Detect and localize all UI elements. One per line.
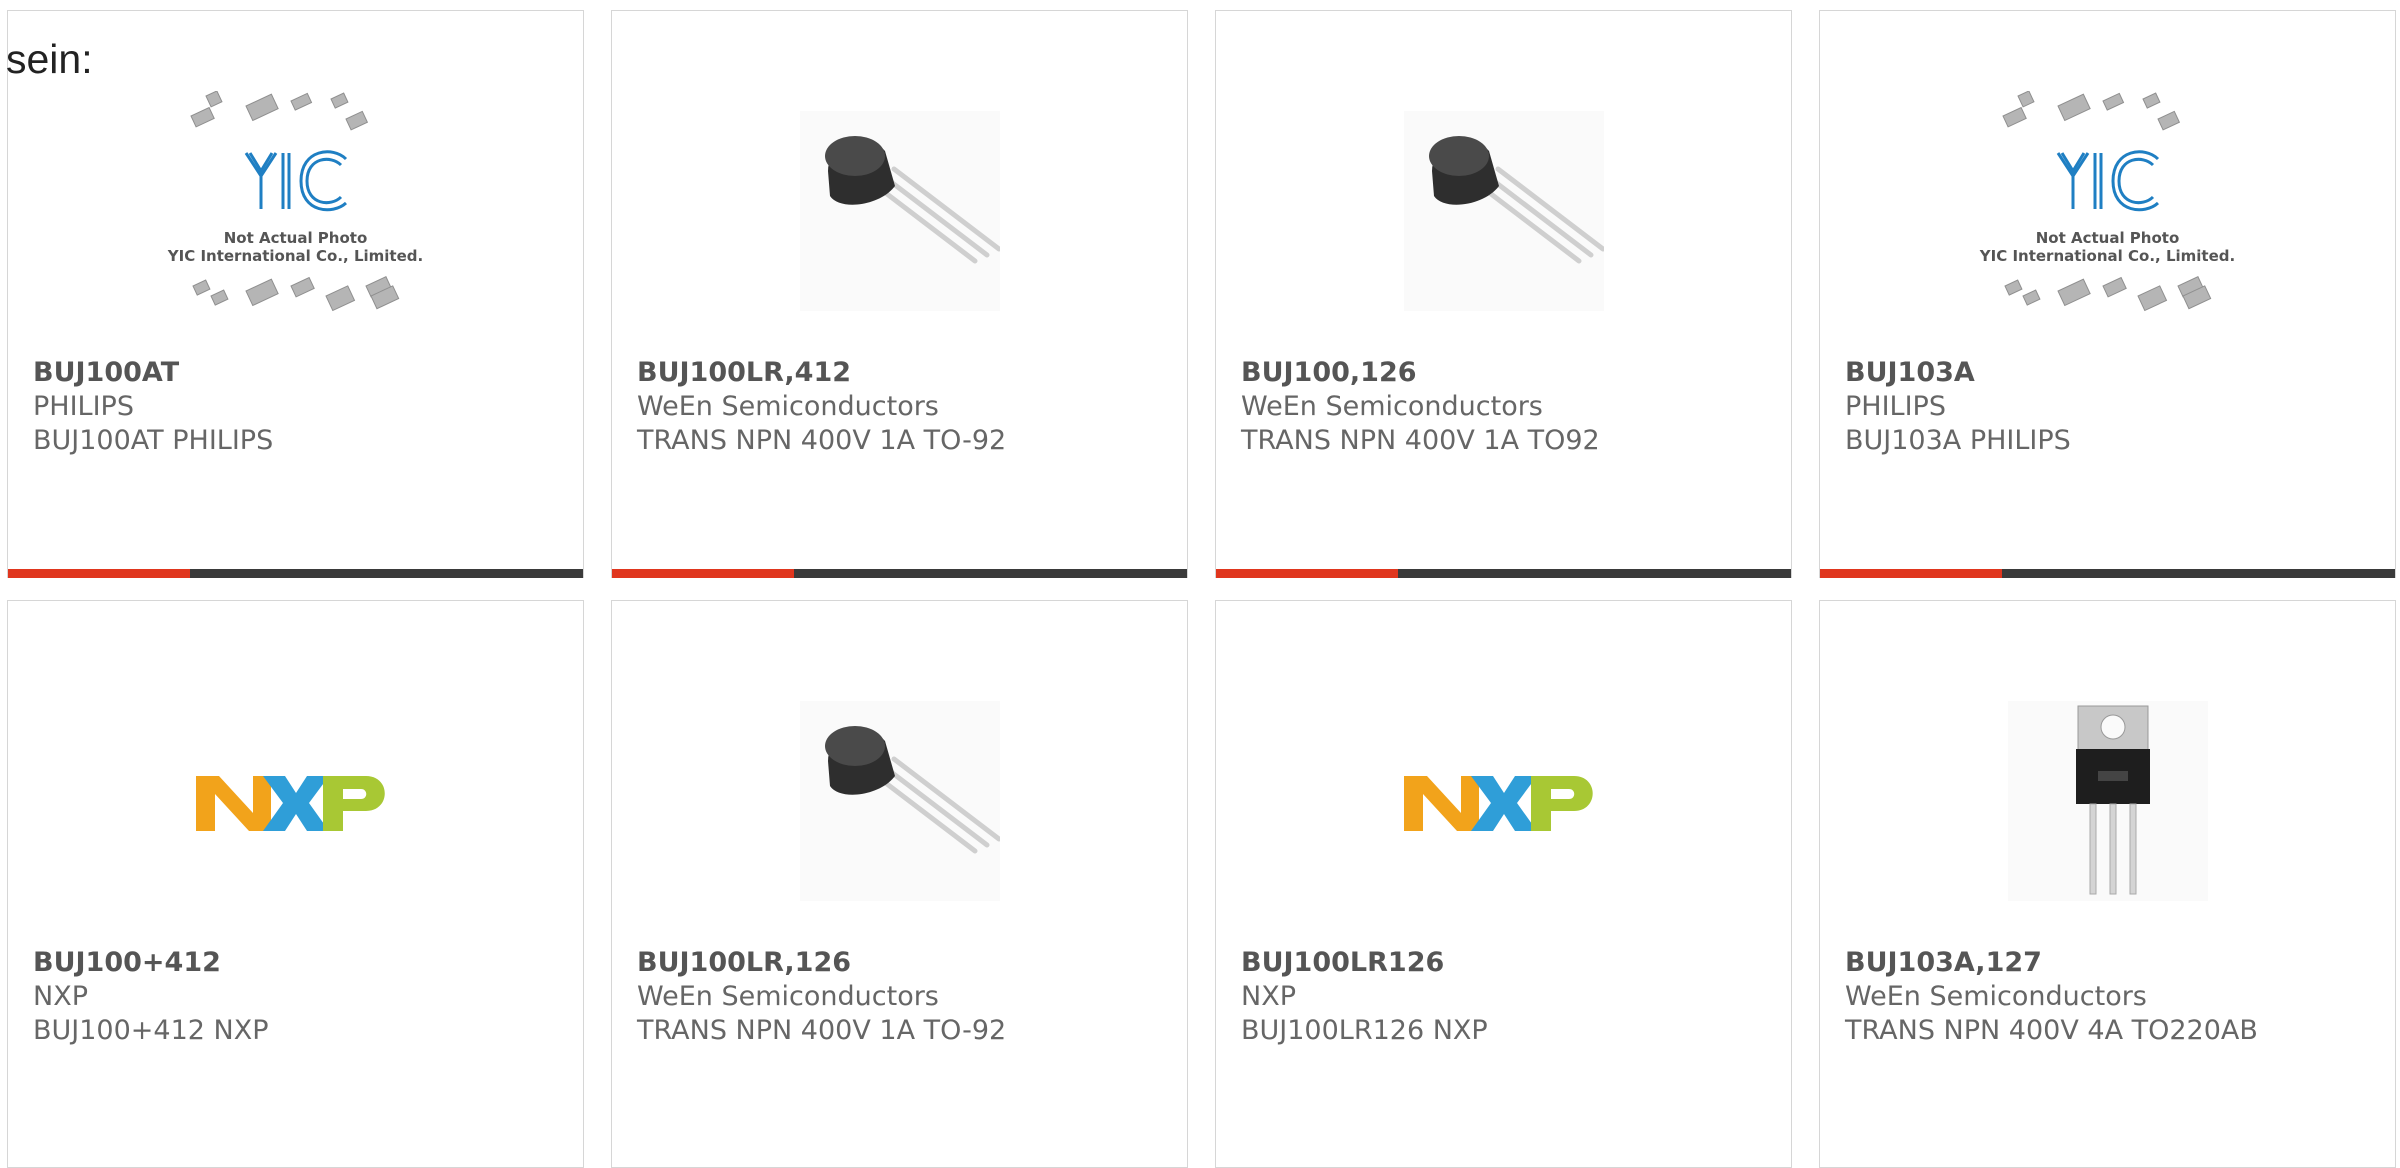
manufacturer: WeEn Semiconductors bbox=[1845, 981, 2147, 1012]
card-bottom-bar bbox=[8, 569, 583, 578]
product-info: BUJ100LR,412 WeEn Semiconductors TRANS NPN… bbox=[637, 356, 1167, 458]
card-bottom-bar bbox=[1216, 569, 1791, 578]
product-image[interactable] bbox=[765, 681, 1035, 921]
manufacturer: PHILIPS bbox=[1845, 391, 1946, 422]
product-image[interactable] bbox=[1369, 91, 1639, 331]
to220-transistor-icon bbox=[2007, 701, 2208, 901]
product-info: BUJ103A PHILIPS BUJ103A PHILIPS bbox=[1845, 356, 2375, 458]
to92-transistor-icon bbox=[1403, 111, 1604, 311]
card-bottom-bar bbox=[612, 569, 1187, 578]
manufacturer: PHILIPS bbox=[33, 391, 134, 422]
manufacturer: WeEn Semiconductors bbox=[1241, 391, 1543, 422]
product-info: BUJ100+412 NXP BUJ100+412 NXP bbox=[33, 946, 563, 1048]
manufacturer: NXP bbox=[1241, 981, 1296, 1012]
part-number[interactable]: BUJ100,126 bbox=[1241, 356, 1771, 390]
part-number[interactable]: BUJ103A bbox=[1845, 356, 2375, 390]
card-accent-bar bbox=[612, 569, 794, 578]
intro-text: sein: bbox=[6, 36, 93, 82]
to92-transistor-icon bbox=[799, 701, 1000, 901]
product-info: BUJ100LR,126 WeEn Semiconductors TRANS NPN… bbox=[637, 946, 1167, 1048]
yic-placeholder-image: YICNot Actual PhotoYIC International Co.… bbox=[1973, 91, 2243, 331]
part-number[interactable]: BUJ100AT bbox=[33, 356, 563, 390]
part-number[interactable]: BUJ100LR126 bbox=[1241, 946, 1771, 980]
product-card[interactable]: YICNot Actual PhotoYIC International Co.… bbox=[7, 10, 584, 578]
description: BUJ103A PHILIPS bbox=[1845, 425, 2071, 456]
description: BUJ100LR126 NXP bbox=[1241, 1015, 1488, 1046]
product-card[interactable]: BUJ100LR,126 WeEn Semiconductors TRANS NPN… bbox=[611, 600, 1188, 1168]
product-card[interactable]: BUJ100+412 NXP BUJ100+412 NXP bbox=[7, 600, 584, 1168]
product-card[interactable]: BUJ100,126 WeEn Semiconductors TRANS NPN 4… bbox=[1215, 10, 1792, 578]
description: TRANS NPN 400V 1A TO-92 bbox=[637, 425, 1007, 456]
nxp-logo-icon bbox=[191, 751, 401, 851]
product-image[interactable] bbox=[161, 681, 431, 921]
not-actual-photo-label: Not Actual Photo YIC International Co., L… bbox=[167, 229, 424, 265]
manufacturer: NXP bbox=[33, 981, 88, 1012]
card-bottom-bar bbox=[1820, 569, 2395, 578]
not-actual-photo-label: Not Actual Photo YIC International Co., L… bbox=[1979, 229, 2236, 265]
product-image[interactable]: YICNot Actual PhotoYIC International Co.… bbox=[1973, 91, 2243, 331]
yic-placeholder-image: YICNot Actual PhotoYIC International Co.… bbox=[161, 91, 431, 331]
product-image[interactable] bbox=[1973, 681, 2243, 921]
part-number[interactable]: BUJ100+412 bbox=[33, 946, 563, 980]
card-accent-bar bbox=[1820, 569, 2002, 578]
description: BUJ100+412 NXP bbox=[33, 1015, 269, 1046]
description: TRANS NPN 400V 4A TO220AB bbox=[1845, 1015, 2258, 1046]
product-image[interactable]: YICNot Actual PhotoYIC International Co.… bbox=[161, 91, 431, 331]
part-number[interactable]: BUJ100LR,412 bbox=[637, 356, 1167, 390]
product-info: BUJ100LR126 NXP BUJ100LR126 NXP bbox=[1241, 946, 1771, 1048]
part-number[interactable]: BUJ103A,127 bbox=[1845, 946, 2375, 980]
description: BUJ100AT PHILIPS bbox=[33, 425, 274, 456]
product-info: BUJ103A,127 WeEn Semiconductors TRANS NPN … bbox=[1845, 946, 2375, 1048]
product-info: BUJ100AT PHILIPS BUJ100AT PHILIPS bbox=[33, 356, 563, 458]
manufacturer: WeEn Semiconductors bbox=[637, 391, 939, 422]
product-card[interactable]: BUJ100LR126 NXP BUJ100LR126 NXP bbox=[1215, 600, 1792, 1168]
card-accent-bar bbox=[8, 569, 190, 578]
product-card[interactable]: BUJ100LR,412 WeEn Semiconductors TRANS NPN… bbox=[611, 10, 1188, 578]
product-info: BUJ100,126 WeEn Semiconductors TRANS NPN 4… bbox=[1241, 356, 1771, 458]
product-grid: YICNot Actual PhotoYIC International Co.… bbox=[0, 0, 2400, 1168]
product-image[interactable] bbox=[765, 91, 1035, 331]
part-number[interactable]: BUJ100LR,126 bbox=[637, 946, 1167, 980]
manufacturer: WeEn Semiconductors bbox=[637, 981, 939, 1012]
description: TRANS NPN 400V 1A TO92 bbox=[1241, 425, 1600, 456]
description: TRANS NPN 400V 1A TO-92 bbox=[637, 1015, 1007, 1046]
nxp-logo-icon bbox=[1399, 751, 1609, 851]
product-image[interactable] bbox=[1369, 681, 1639, 921]
product-card[interactable]: YICNot Actual PhotoYIC International Co.… bbox=[1819, 10, 2396, 578]
to92-transistor-icon bbox=[799, 111, 1000, 311]
card-accent-bar bbox=[1216, 569, 1398, 578]
product-card[interactable]: BUJ103A,127 WeEn Semiconductors TRANS NPN … bbox=[1819, 600, 2396, 1168]
